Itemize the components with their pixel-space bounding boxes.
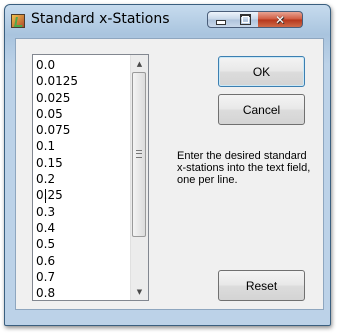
close-button[interactable]: ✕: [258, 11, 303, 28]
vertical-scrollbar[interactable]: ▲ ▼: [130, 55, 148, 300]
cancel-button[interactable]: Cancel: [218, 94, 305, 125]
maximize-button[interactable]: [233, 11, 259, 28]
instruction-text: Enter the desired standard x-stations in…: [177, 150, 311, 186]
grip-icon: [136, 150, 142, 158]
ok-button[interactable]: OK: [218, 56, 305, 87]
app-icon: [11, 14, 25, 28]
station-line: 0.025: [36, 90, 71, 105]
station-line: 0.8: [36, 286, 56, 301]
stations-lines: 0.0 0.0125 0.025 0.05 0.075 0.1 0.15 0.2…: [36, 57, 78, 301]
window-title: Standard x-Stations: [31, 11, 170, 27]
station-line: 0.7: [36, 269, 56, 284]
dialog-window: Standard x-Stations ✕ 0.0 0.0125 0.025 0…: [4, 4, 331, 326]
scrollbar-thumb[interactable]: [132, 72, 146, 237]
station-line: 0.6: [36, 253, 56, 268]
reset-button[interactable]: Reset: [218, 270, 305, 301]
minimize-button[interactable]: [207, 11, 234, 28]
maximize-icon: [240, 14, 251, 25]
text-caret: [45, 189, 46, 203]
station-line: 0.2: [36, 172, 56, 187]
station-line: 0.0125: [36, 74, 78, 89]
dialog-client-area: 0.0 0.0125 0.025 0.05 0.075 0.1 0.15 0.2…: [15, 38, 324, 310]
station-line: 0.5: [36, 237, 56, 252]
close-icon: ✕: [274, 12, 286, 27]
station-line: 0.05: [36, 106, 63, 121]
scroll-up-icon[interactable]: ▲: [131, 55, 148, 72]
scroll-down-icon[interactable]: ▼: [131, 283, 148, 300]
minimize-icon: [215, 20, 226, 25]
station-line: 0.3: [36, 204, 56, 219]
station-line: 0.25: [36, 188, 63, 203]
stations-text-field[interactable]: 0.0 0.0125 0.025 0.05 0.075 0.1 0.15 0.2…: [32, 54, 149, 301]
station-line: 0.1: [36, 139, 56, 154]
station-line: 0.0: [36, 58, 56, 72]
station-line: 0.4: [36, 220, 56, 235]
station-line: 0.15: [36, 155, 63, 170]
station-line: 0.075: [36, 123, 71, 138]
